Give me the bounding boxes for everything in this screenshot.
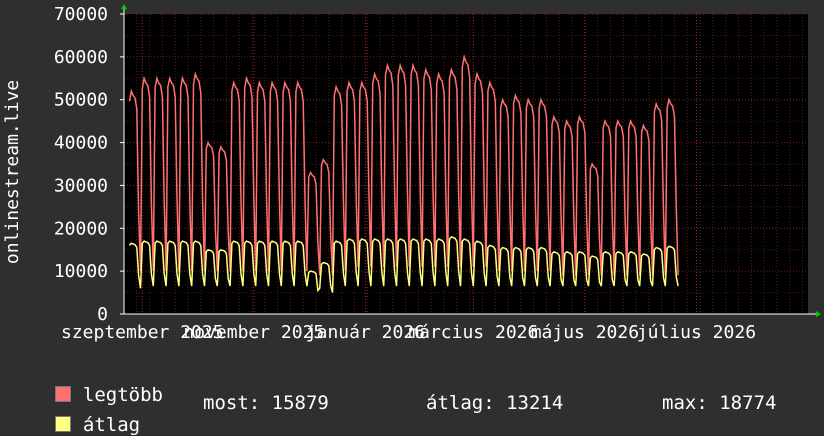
legend-item-atlag: átlag xyxy=(32,392,140,436)
x-tick-labels: szeptember 2025november 2025január 2026m… xyxy=(61,322,756,343)
y-tick-label: 40000 xyxy=(54,133,108,154)
stat-max: max: 18774 xyxy=(662,392,777,414)
x-axis-arrow xyxy=(816,311,821,317)
y-tick-labels: 010000200003000040000500006000070000 xyxy=(54,4,124,325)
x-tick-label: május 2026 xyxy=(531,322,639,343)
stat-most: most: 15879 xyxy=(203,392,329,414)
y-tick-label: 20000 xyxy=(54,218,108,239)
legend-label: átlag xyxy=(82,414,141,436)
y-tick-label: 10000 xyxy=(54,261,108,282)
y-axis-arrow xyxy=(121,4,127,9)
x-tick-label: július 2026 xyxy=(637,322,756,343)
stat-atlag: átlag: 13214 xyxy=(426,392,564,414)
y-tick-label: 70000 xyxy=(54,4,108,25)
y-tick-label: 30000 xyxy=(54,175,108,196)
y-tick-label: 60000 xyxy=(54,47,108,68)
y-axis-label: onlinestream.live xyxy=(2,80,23,264)
y-tick-label: 50000 xyxy=(54,90,108,111)
x-tick-label: január 2026 xyxy=(306,322,425,343)
x-tick-label: november 2025 xyxy=(183,322,324,343)
x-tick-label: március 2026 xyxy=(408,322,538,343)
